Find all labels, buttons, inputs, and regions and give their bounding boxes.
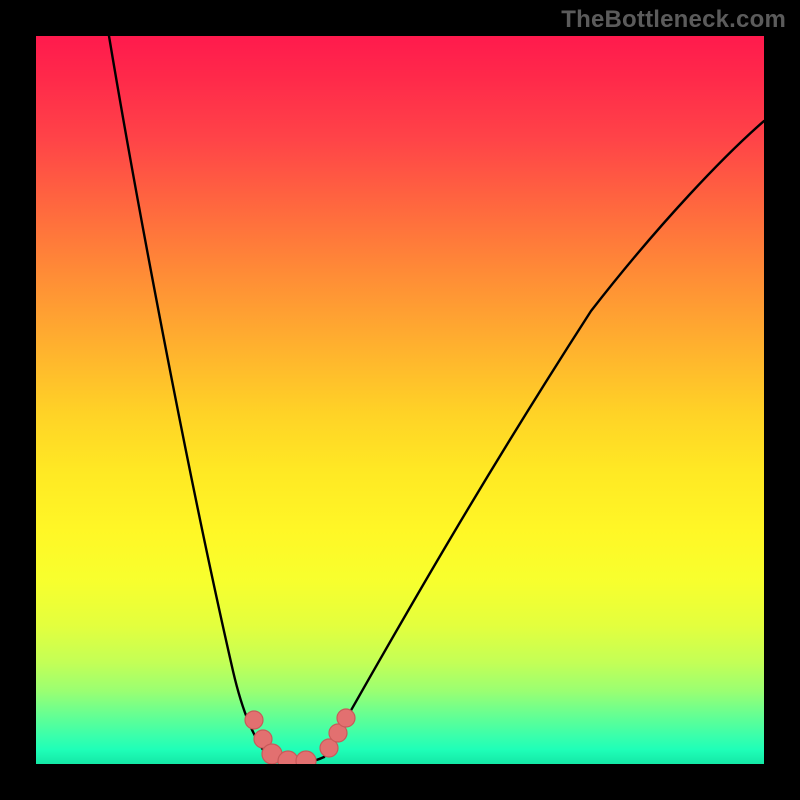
curve-right-branch (324, 121, 764, 757)
curve-left-branch (109, 36, 268, 757)
plot-area (36, 36, 764, 764)
bottleneck-curve (36, 36, 764, 764)
data-marker (296, 751, 316, 764)
data-marker (337, 709, 355, 727)
watermark-text: TheBottleneck.com (561, 6, 786, 34)
data-marker (245, 711, 263, 729)
valley-markers (245, 709, 355, 764)
chart-frame: TheBottleneck.com (0, 0, 800, 800)
